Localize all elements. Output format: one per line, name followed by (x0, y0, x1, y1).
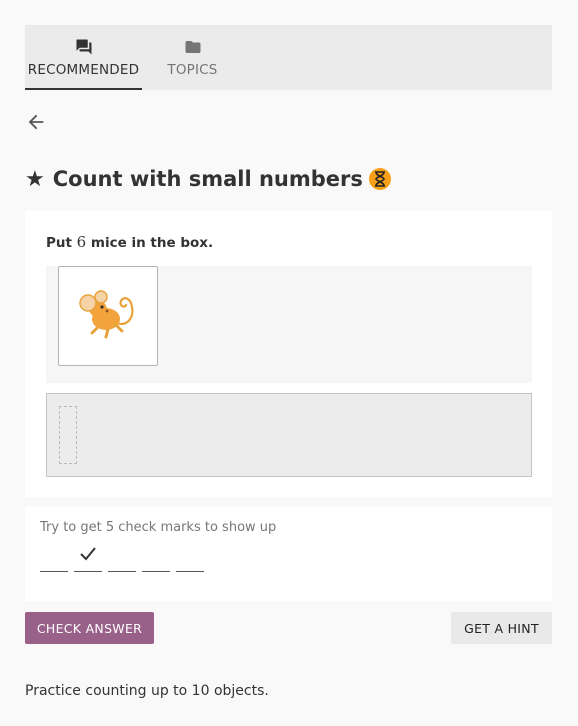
prompt-prefix: Put (46, 235, 72, 251)
check-icon (80, 547, 96, 561)
arrow-back-icon (28, 114, 44, 130)
progress-slot-4 (142, 545, 170, 572)
check-marks (40, 545, 204, 572)
prompt-number: 6 (76, 233, 87, 251)
progress-slot-1 (40, 545, 68, 572)
check-answer-button[interactable]: CHECK ANSWER (25, 612, 154, 644)
mastery-progress: Try to get 5 check marks to show up (25, 507, 552, 601)
draggable-mouse-tile[interactable] (58, 266, 158, 366)
tab-topics[interactable]: TOPICS (150, 25, 235, 90)
nav-tabs: RECOMMENDED TOPICS (25, 25, 552, 90)
drop-box[interactable] (46, 393, 532, 477)
drop-slot-placeholder (59, 406, 77, 464)
question-card: Put 6 mice in the box. (25, 211, 552, 497)
progress-slot-3 (108, 545, 136, 572)
page-title: ★ Count with small numbers (25, 163, 391, 195)
prompt-suffix: mice in the box. (90, 235, 214, 251)
tab-recommended-label: RECOMMENDED (27, 62, 140, 78)
get-hint-button[interactable]: GET A HINT (451, 612, 552, 644)
star-icon: ★ (25, 166, 45, 192)
hourglass-icon (368, 168, 391, 190)
item-source-area (46, 266, 532, 383)
question-prompt: Put 6 mice in the box. (46, 233, 213, 251)
tab-recommended[interactable]: RECOMMENDED (25, 25, 142, 90)
progress-slot-2 (74, 545, 102, 572)
forum-icon (74, 38, 94, 60)
folder-icon (183, 38, 203, 60)
progress-slot-5 (176, 545, 204, 572)
exercise-description: Practice counting up to 10 objects. (25, 683, 269, 699)
mouse-icon (79, 290, 134, 339)
exercise-title: Count with small numbers (52, 167, 363, 191)
back-button[interactable] (25, 111, 47, 133)
tab-topics-label: TOPICS (167, 62, 218, 78)
progress-message: Try to get 5 check marks to show up (40, 520, 277, 535)
